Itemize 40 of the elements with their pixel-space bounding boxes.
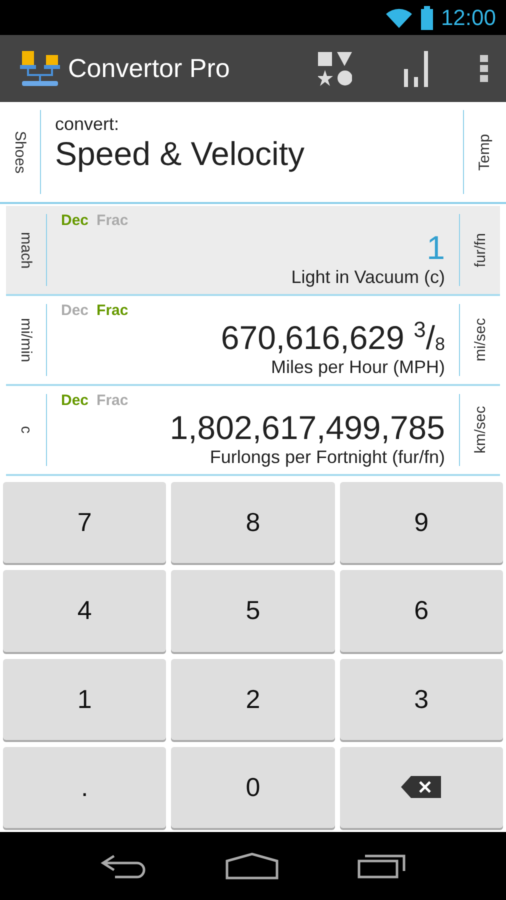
unit-name[interactable]: Furlongs per Fortnight (fur/fn) bbox=[210, 447, 445, 468]
key-button[interactable]: 7 bbox=[3, 482, 166, 564]
next-unit-tab[interactable]: fur/fn bbox=[472, 232, 488, 268]
key-button[interactable]: 5 bbox=[171, 570, 335, 652]
previous-unit-tab[interactable]: mach bbox=[18, 232, 34, 268]
key-button[interactable]: 9 bbox=[340, 482, 503, 564]
key-button[interactable]: 6 bbox=[340, 570, 503, 652]
bar-chart-icon bbox=[404, 50, 428, 86]
key-button[interactable]: 8 bbox=[171, 482, 335, 564]
unit-value: 1 bbox=[426, 229, 445, 267]
clock: 12:00 bbox=[440, 4, 496, 30]
key-button[interactable]: 4 bbox=[3, 570, 166, 652]
scale-icon bbox=[18, 48, 62, 88]
back-icon[interactable] bbox=[99, 853, 147, 879]
wifi-icon bbox=[384, 6, 413, 28]
convert-caption: convert: bbox=[55, 114, 120, 135]
overflow-menu-icon bbox=[480, 54, 488, 82]
app-title: Convertor Pro bbox=[68, 53, 231, 84]
previous-unit-tab[interactable]: c bbox=[18, 426, 34, 434]
backspace-icon bbox=[401, 776, 442, 798]
key-button[interactable]: 0 bbox=[171, 746, 335, 828]
next-unit-tab[interactable]: km/sec bbox=[472, 406, 488, 454]
previous-unit-tab[interactable]: mi/min bbox=[18, 318, 34, 362]
key-button[interactable]: 1 bbox=[3, 658, 166, 740]
key-button[interactable]: . bbox=[3, 746, 166, 828]
unit-name[interactable]: Miles per Hour (MPH) bbox=[270, 357, 445, 378]
unit-value: 1,802,617,499,785 bbox=[170, 409, 445, 447]
shapes-icon bbox=[318, 52, 352, 86]
key-button[interactable]: 3 bbox=[340, 658, 503, 740]
next-category-tab[interactable]: Temp bbox=[476, 134, 492, 170]
previous-category-tab[interactable]: Shoes bbox=[12, 130, 28, 174]
next-unit-tab[interactable]: mi/sec bbox=[472, 318, 488, 362]
unit-name[interactable]: Light in Vacuum (c) bbox=[291, 267, 445, 288]
category-title[interactable]: Speed & Velocity bbox=[55, 135, 449, 173]
unit-row[interactable]: mach Dec Frac 1 Light in Vacuum (c) fur/fn bbox=[6, 206, 500, 296]
battery-icon bbox=[420, 6, 433, 30]
recent-apps-icon[interactable] bbox=[357, 853, 407, 879]
backspace-button[interactable] bbox=[340, 746, 503, 828]
home-icon[interactable] bbox=[225, 852, 279, 880]
key-button[interactable]: 2 bbox=[171, 658, 335, 740]
